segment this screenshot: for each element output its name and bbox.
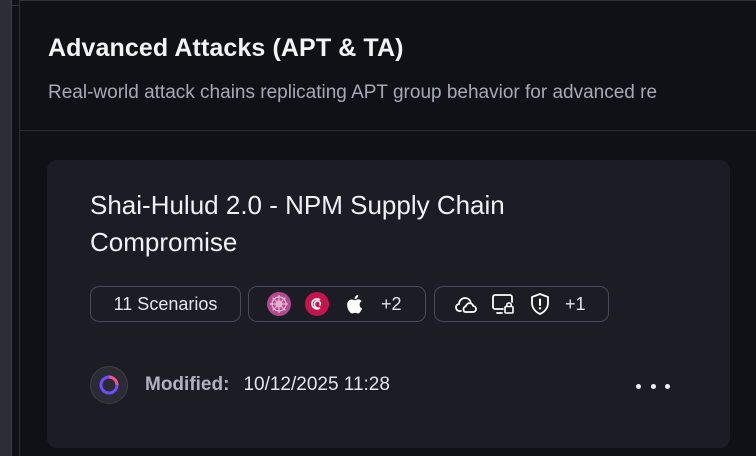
platforms-chip[interactable]: +2 [248, 286, 426, 322]
kebab-dot [665, 383, 670, 389]
header-divider [20, 130, 756, 131]
kebab-dot [650, 383, 656, 389]
platforms-more-count: +2 [381, 293, 402, 314]
more-options-icon[interactable] [636, 375, 670, 397]
kebab-dot [636, 383, 641, 389]
endpoint-lock-icon [490, 291, 516, 317]
avatar [90, 366, 128, 404]
apple-icon [342, 291, 368, 317]
scenarios-count: 11 Scenarios [113, 293, 218, 314]
page-subtitle: Real-world attack chains replicating APT… [48, 82, 658, 103]
card-footer: Modified: 10/12/2025 11:28 [90, 366, 390, 404]
card-title[interactable]: Shai-Hulud 2.0 - NPM Supply Chain Compro… [90, 187, 610, 261]
debian-icon [304, 291, 330, 317]
scenarios-chip[interactable]: 11 Scenarios [90, 286, 241, 322]
modified-label: Modified: [145, 374, 230, 395]
page-header: Advanced Attacks (APT & TA) [48, 34, 404, 63]
page-title: Advanced Attacks (APT & TA) [48, 34, 404, 62]
left-rail [0, 0, 12, 456]
redhat-flower-icon [266, 291, 292, 317]
brand-ring-icon [99, 375, 119, 395]
tactics-chip[interactable]: +1 [434, 286, 609, 322]
tactics-more-count: +1 [565, 293, 586, 314]
modified-value: 10/12/2025 11:28 [243, 374, 390, 395]
shield-alert-icon [527, 291, 553, 317]
attack-card[interactable]: Shai-Hulud 2.0 - NPM Supply Chain Compro… [47, 160, 730, 448]
cloud-icon [453, 291, 479, 317]
